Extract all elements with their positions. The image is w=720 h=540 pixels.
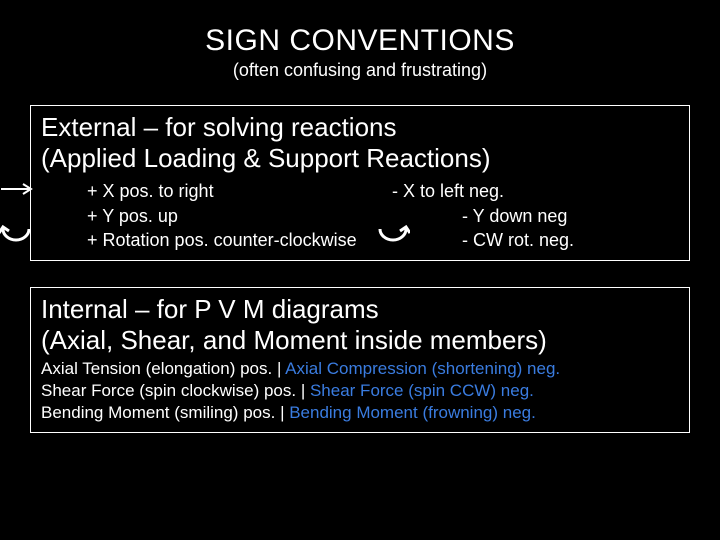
slide: SIGN CONVENTIONS (often confusing and fr… [0,0,720,540]
note-moment: Bending Moment (smiling) pos. | Bending … [41,402,679,424]
ccw-rotation-icon [0,223,33,249]
rule-rot-neg: - CW rot. neg. [392,228,679,252]
internal-notes: Axial Tension (elongation) pos. | Axial … [41,358,679,424]
external-rules: + X pos. to right - X to left neg. + Y p… [41,179,679,252]
external-box: External – for solving reactions (Applie… [30,105,690,261]
internal-heading-line1: Internal – for P V M diagrams [41,294,379,324]
rule-y-pos: + Y pos. up [87,204,392,228]
separator: | [280,403,289,422]
arrow-right-icon [0,182,37,196]
cw-rotation-icon [376,223,410,249]
note-shear-pos: Shear Force (spin clockwise) pos. [41,381,296,400]
rule-x-pos: + X pos. to right [87,179,392,203]
note-shear: Shear Force (spin clockwise) pos. | Shea… [41,380,679,402]
internal-heading: Internal – for P V M diagrams (Axial, Sh… [41,294,679,355]
rule-rot-pos: + Rotation pos. counter-clockwise [87,228,392,252]
note-axial: Axial Tension (elongation) pos. | Axial … [41,358,679,380]
note-shear-neg: Shear Force (spin CCW) neg. [310,381,534,400]
external-heading-line2: (Applied Loading & Support Reactions) [41,143,491,173]
separator: | [277,359,285,378]
rule-y-neg: - Y down neg [392,204,679,228]
slide-title: SIGN CONVENTIONS [30,24,690,58]
internal-box: Internal – for P V M diagrams (Axial, Sh… [30,287,690,433]
separator: | [301,381,310,400]
rule-x-neg: - X to left neg. [392,179,679,203]
internal-heading-line2: (Axial, Shear, and Moment inside members… [41,325,547,355]
external-heading: External – for solving reactions (Applie… [41,112,679,173]
note-axial-pos: Axial Tension (elongation) pos. [41,359,272,378]
note-moment-pos: Bending Moment (smiling) pos. [41,403,275,422]
external-heading-line1: External – for solving reactions [41,112,397,142]
note-moment-neg: Bending Moment (frowning) neg. [289,403,536,422]
slide-subtitle: (often confusing and frustrating) [30,60,690,81]
rule-row-x: + X pos. to right - X to left neg. [87,179,679,203]
note-axial-neg: Axial Compression (shortening) neg. [285,359,560,378]
